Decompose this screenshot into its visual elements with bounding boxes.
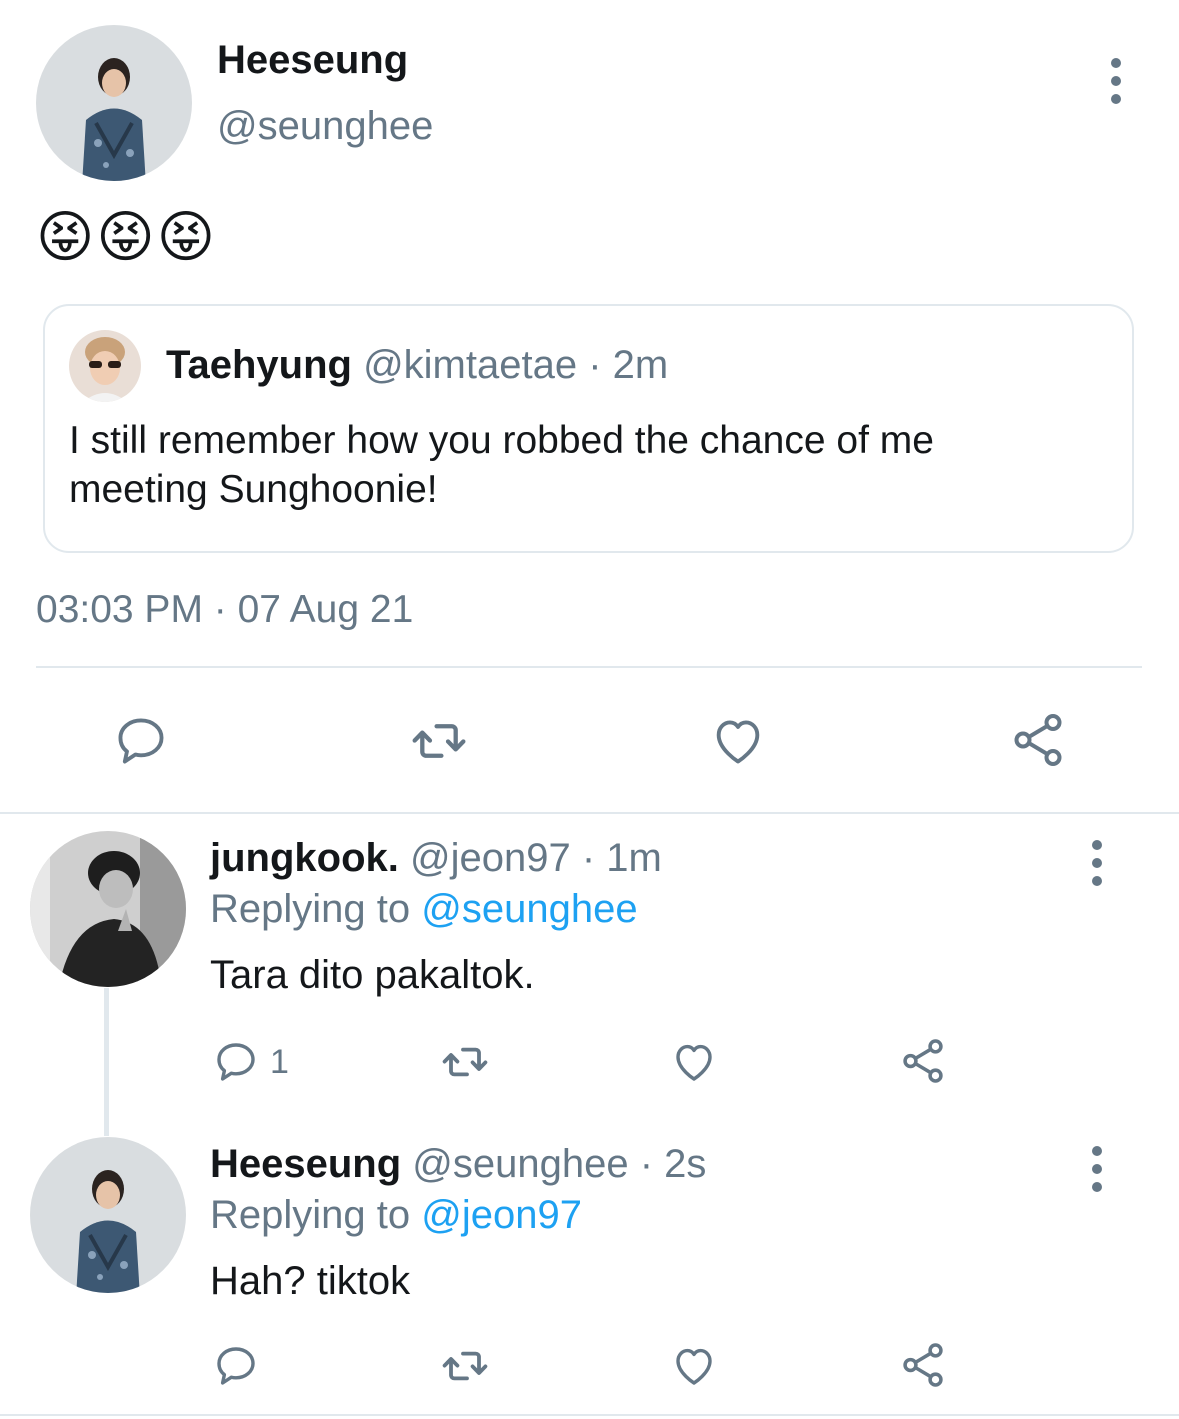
share-icon <box>1014 714 1062 766</box>
reply-button[interactable] <box>112 712 170 770</box>
replying-to-link[interactable]: @jeon97 <box>421 1193 582 1237</box>
retweet-icon <box>442 1351 488 1381</box>
more-options-icon[interactable] <box>1104 58 1128 104</box>
replying-to-line: Replying to @seunghee <box>210 887 638 932</box>
like-icon <box>676 1348 712 1385</box>
reply-text: Tara dito pakaltok. <box>210 953 535 997</box>
replying-to-label: Replying to <box>210 1193 411 1237</box>
reply-share-button[interactable] <box>898 1340 948 1390</box>
quoted-header: Taehyung @kimtaetae · 2m <box>166 343 668 388</box>
reply-text: Hah? tiktok <box>210 1259 411 1303</box>
tweet-text: 😝😝😝 <box>36 205 218 268</box>
share-button[interactable] <box>1008 710 1068 770</box>
quoted-time: · 2m <box>588 343 669 387</box>
reply-avatar[interactable] <box>30 1137 186 1293</box>
reply-more-options-icon[interactable] <box>1085 1146 1109 1192</box>
thread-line <box>104 988 109 1136</box>
reply-like-button[interactable] <box>668 1038 720 1086</box>
like-icon <box>716 720 760 764</box>
reply-header: jungkook. @jeon97 · 1m <box>210 836 662 881</box>
reply-author-handle[interactable]: @jeon97 <box>410 836 571 880</box>
reply-author-handle[interactable]: @seunghee <box>412 1142 628 1186</box>
replying-to-link[interactable]: @seunghee <box>421 887 637 931</box>
like-button[interactable] <box>708 712 768 770</box>
author-name[interactable]: Heeseung <box>217 38 408 83</box>
reply-more-options-icon[interactable] <box>1085 840 1109 886</box>
reply-icon <box>118 718 164 764</box>
reply-header: Heeseung @seunghee · 2s <box>210 1142 706 1187</box>
tweet-timestamp: 03:03 PM · 07 Aug 21 <box>36 588 414 631</box>
retweet-icon <box>442 1047 488 1077</box>
replying-to-label: Replying to <box>210 887 411 931</box>
reply-time: · 2s <box>639 1142 707 1186</box>
quoted-author-handle[interactable]: @kimtaetae <box>363 343 577 387</box>
main-tweet-divider <box>0 812 1179 814</box>
reply-icon <box>217 1043 255 1081</box>
share-icon <box>903 1039 943 1083</box>
reply-author-name[interactable]: jungkook. <box>210 836 399 880</box>
author-handle[interactable]: @seunghee <box>217 104 433 149</box>
reply-author-name[interactable]: Heeseung <box>210 1142 401 1186</box>
quoted-author-name[interactable]: Taehyung <box>166 343 352 387</box>
reply-count: 1 <box>270 1042 289 1081</box>
replying-to-line: Replying to @jeon97 <box>210 1193 582 1238</box>
like-icon <box>676 1044 712 1081</box>
retweet-button[interactable] <box>408 712 470 770</box>
author-avatar[interactable] <box>36 25 192 181</box>
reply-reply-button[interactable] <box>212 1342 260 1390</box>
quoted-author-avatar[interactable] <box>69 330 141 402</box>
reply-avatar[interactable] <box>30 831 186 987</box>
retweet-icon <box>412 724 466 758</box>
reply-like-button[interactable] <box>668 1342 720 1390</box>
bottom-divider <box>0 1414 1179 1416</box>
reply-icon <box>217 1347 255 1385</box>
quoted-text: I still remember how you robbed the chan… <box>69 419 934 511</box>
reply-reply-button[interactable]: 1 <box>212 1038 289 1086</box>
timestamp-divider <box>36 666 1142 668</box>
reply-retweet-button[interactable] <box>438 1038 492 1086</box>
reply-share-button[interactable] <box>898 1036 948 1086</box>
share-icon <box>903 1343 943 1387</box>
reply-time: · 1m <box>581 836 662 880</box>
reply-retweet-button[interactable] <box>438 1342 492 1390</box>
